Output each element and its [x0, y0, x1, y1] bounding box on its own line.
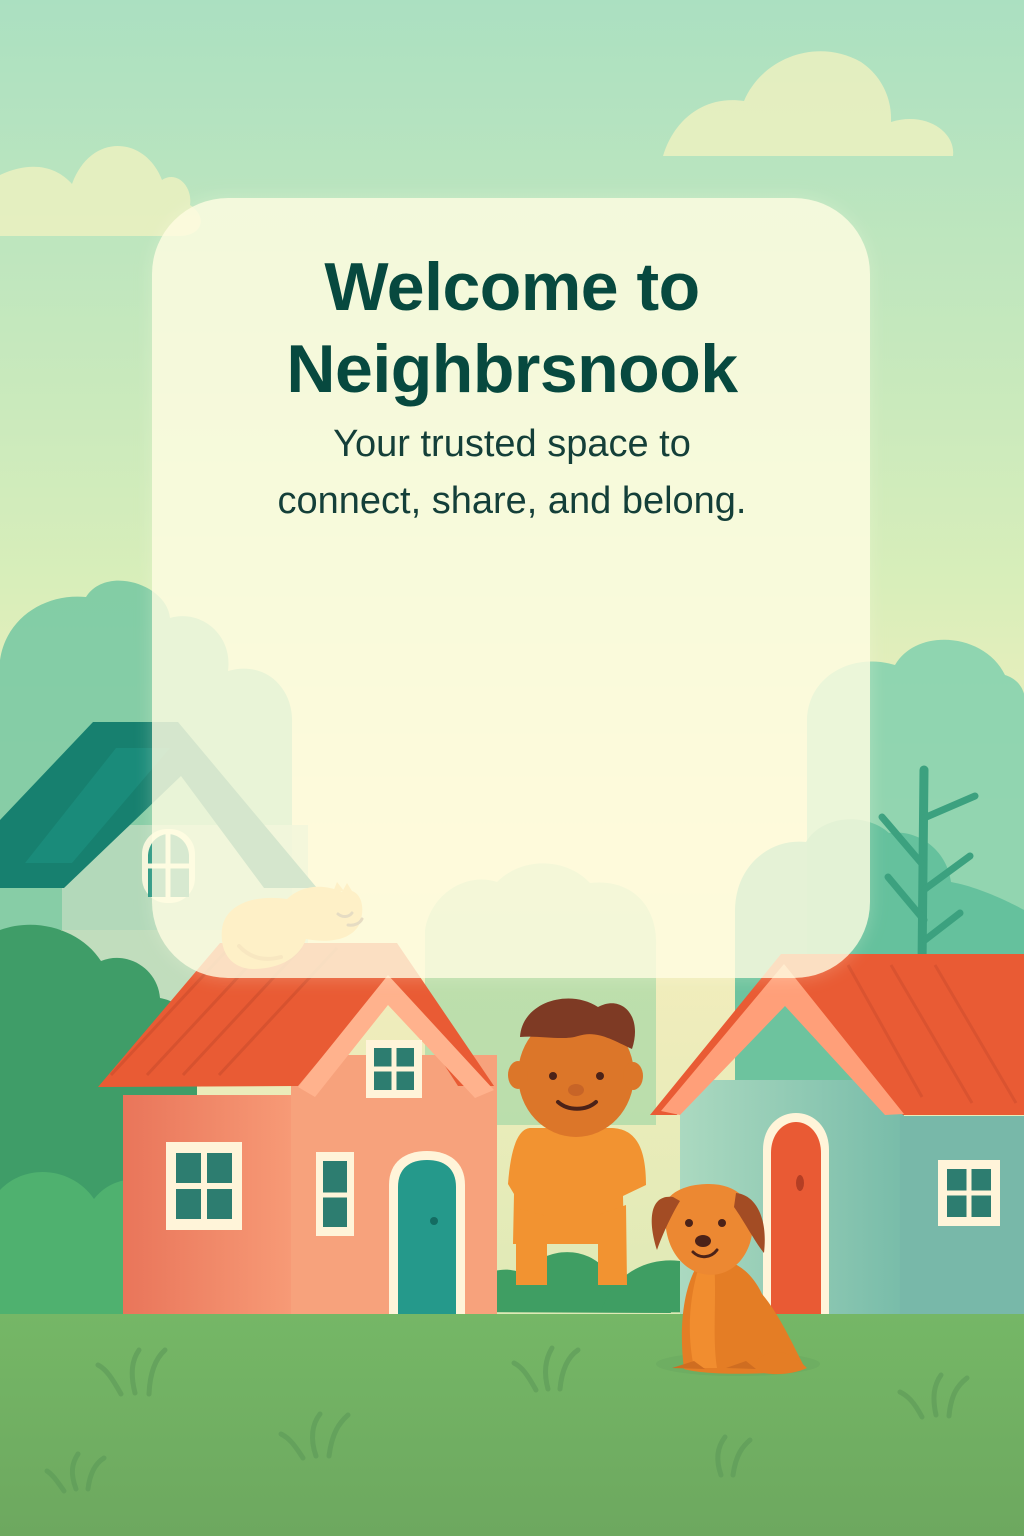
welcome-screen: Welcome to Neighbrsnook Your trusted spa… [0, 0, 1024, 1536]
welcome-title-line-1: Welcome to [324, 249, 700, 325]
welcome-subtitle-line-2: connect, share, and belong. [277, 480, 747, 522]
lawn [0, 1314, 1024, 1536]
person-icon [508, 998, 646, 1285]
welcome-subtitle: Your trusted space to connect, share, an… [0, 416, 1024, 530]
welcome-subtitle-line-1: Your trusted space to [333, 423, 691, 465]
welcome-title: Welcome to Neighbrsnook [0, 246, 1024, 410]
welcome-title-line-2: Neighbrsnook [286, 331, 738, 407]
